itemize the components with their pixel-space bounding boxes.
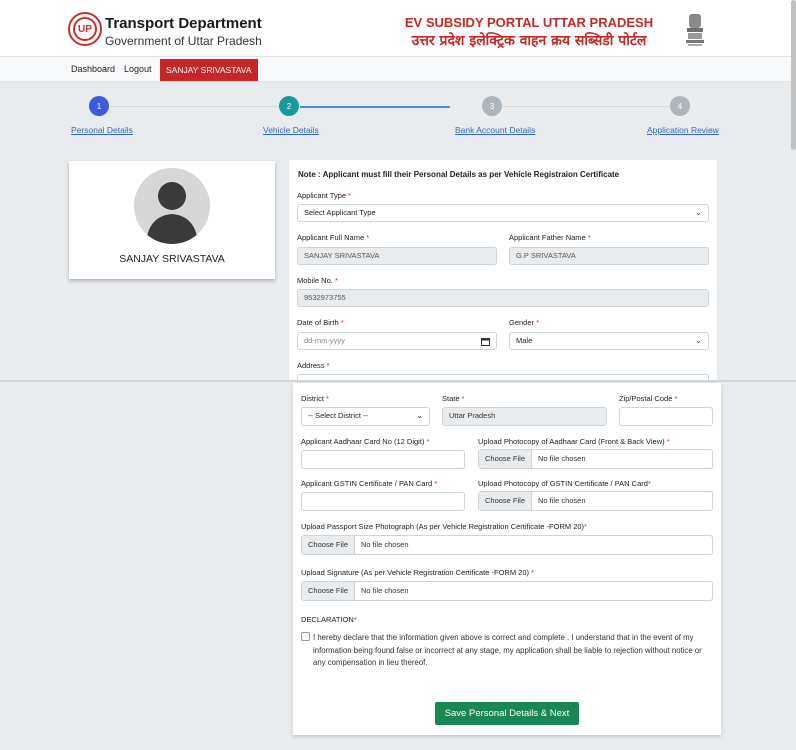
signature-upload-input[interactable]: Choose File No file chosen [301, 581, 713, 601]
photo-upload-label: Upload Passport Size Photograph (As per … [301, 522, 587, 531]
step-connector [110, 106, 280, 107]
father-name-field[interactable]: G.P SRIVASTAVA [509, 247, 709, 265]
gender-label: Gender * [509, 318, 540, 327]
profile-name: SANJAY SRIVASTAVA [119, 253, 225, 265]
full-name-label: Applicant Full Name * [297, 233, 370, 242]
step-4-circle[interactable]: 4 [670, 96, 690, 116]
step-2-circle[interactable]: 2 [279, 96, 299, 116]
step-3-circle[interactable]: 3 [482, 96, 502, 116]
applicant-type-label: Applicant Type * [297, 191, 352, 200]
site-header: UP Transport Department Government of Ut… [0, 0, 796, 56]
state-field[interactable]: Uttar Pradesh [442, 407, 607, 426]
choose-file-button[interactable]: Choose File [479, 450, 533, 468]
declaration-text: I hereby declare that the information gi… [313, 633, 702, 667]
progress-stepper: 1 2 3 4 Personal Details Vehicle Details… [0, 88, 796, 138]
step-connector [502, 106, 670, 107]
screenshot-divider [0, 380, 796, 382]
step-2-label[interactable]: Vehicle Details [263, 125, 319, 135]
zip-label: Zip/Postal Code * [619, 394, 678, 403]
save-next-button[interactable]: Save Personal Details & Next [435, 702, 579, 725]
gstin-label: Applicant GSTIN Certificate / PAN Card * [301, 479, 438, 488]
top-navbar: Dashboard Logout SANJAY SRIVASTAVA [0, 56, 796, 82]
avatar [134, 168, 210, 244]
logo-mark: UP [73, 17, 97, 41]
choose-file-button[interactable]: Choose File [479, 492, 533, 510]
full-name-field[interactable]: SANJAY SRIVASTAVA [297, 247, 497, 265]
gstin-field[interactable] [301, 492, 465, 511]
aadhaar-field[interactable] [301, 450, 465, 469]
step-1-label[interactable]: Personal Details [71, 125, 133, 135]
zip-field[interactable] [619, 407, 713, 426]
aadhaar-upload-input[interactable]: Choose File No file chosen [478, 449, 713, 469]
dept-title: Transport Department [105, 15, 262, 32]
gender-select[interactable]: Male ⌄ [509, 332, 709, 350]
portal-title: EV SUBSIDY PORTAL UTTAR PRADESH [404, 15, 654, 30]
nav-logout-link[interactable]: Logout [124, 64, 152, 74]
dob-field[interactable]: dd-mm-yyyy [297, 332, 497, 350]
district-select[interactable]: -- Select District -- ⌄ [301, 407, 430, 426]
file-status: No file chosen [361, 540, 409, 549]
personal-details-form-top: Note : Applicant must fill their Persona… [289, 160, 717, 380]
photo-upload-input[interactable]: Choose File No file chosen [301, 535, 713, 555]
address-label: Address * [297, 361, 330, 370]
file-status: No file chosen [538, 454, 586, 463]
gstin-upload-input[interactable]: Choose File No file chosen [478, 491, 713, 511]
step-3-label[interactable]: Bank Account Details [455, 125, 535, 135]
form-note: Note : Applicant must fill their Persona… [298, 170, 620, 179]
signature-upload-label: Upload Signature (As per Vehicle Registr… [301, 568, 535, 577]
chevron-down-icon: ⌄ [695, 336, 702, 345]
file-status: No file chosen [538, 496, 586, 505]
choose-file-button[interactable]: Choose File [302, 582, 356, 600]
step-1-circle[interactable]: 1 [89, 96, 109, 116]
chevron-down-icon: ⌄ [695, 208, 702, 217]
district-label: District * [301, 394, 329, 403]
nav-user-badge[interactable]: SANJAY SRIVASTAVA [160, 59, 258, 81]
portal-subtitle-hindi: उत्तर प्रदेश इलेक्ट्रिक वाहन क्रय सब्सिड… [411, 33, 647, 49]
choose-file-button[interactable]: Choose File [302, 536, 356, 554]
declaration-label: DECLARATION* [301, 615, 357, 624]
applicant-type-select[interactable]: Select Applicant Type ⌄ [297, 204, 709, 222]
gstin-upload-label: Upload Photocopy of GSTIN Certificate / … [478, 479, 651, 488]
calendar-icon[interactable] [481, 337, 490, 346]
personal-details-form-bottom: District * -- Select District -- ⌄ State … [293, 383, 721, 735]
aadhaar-upload-label: Upload Photocopy of Aadhaar Card (Front … [478, 437, 670, 446]
profile-card: SANJAY SRIVASTAVA [69, 161, 275, 279]
national-emblem-icon [686, 14, 704, 46]
mobile-field[interactable]: 9532973755 [297, 289, 709, 307]
page-scrollbar[interactable] [791, 0, 796, 150]
step-4-label[interactable]: Application Review [647, 125, 719, 135]
up-govt-logo[interactable]: UP [68, 12, 102, 46]
file-status: No file chosen [361, 586, 409, 595]
dept-subtitle: Government of Uttar Pradesh [105, 34, 262, 48]
nav-dashboard-link[interactable]: Dashboard [71, 64, 115, 74]
mobile-label: Mobile No. * [297, 276, 338, 285]
dob-label: Date of Birth * [297, 318, 344, 327]
step-connector-active [300, 106, 450, 108]
aadhaar-label: Applicant Aadhaar Card No (12 Digit) * [301, 437, 430, 446]
user-silhouette-icon [146, 182, 198, 244]
state-label: State * [442, 394, 465, 403]
father-name-label: Applicant Father Name * [509, 233, 591, 242]
chevron-down-icon: ⌄ [416, 411, 423, 420]
